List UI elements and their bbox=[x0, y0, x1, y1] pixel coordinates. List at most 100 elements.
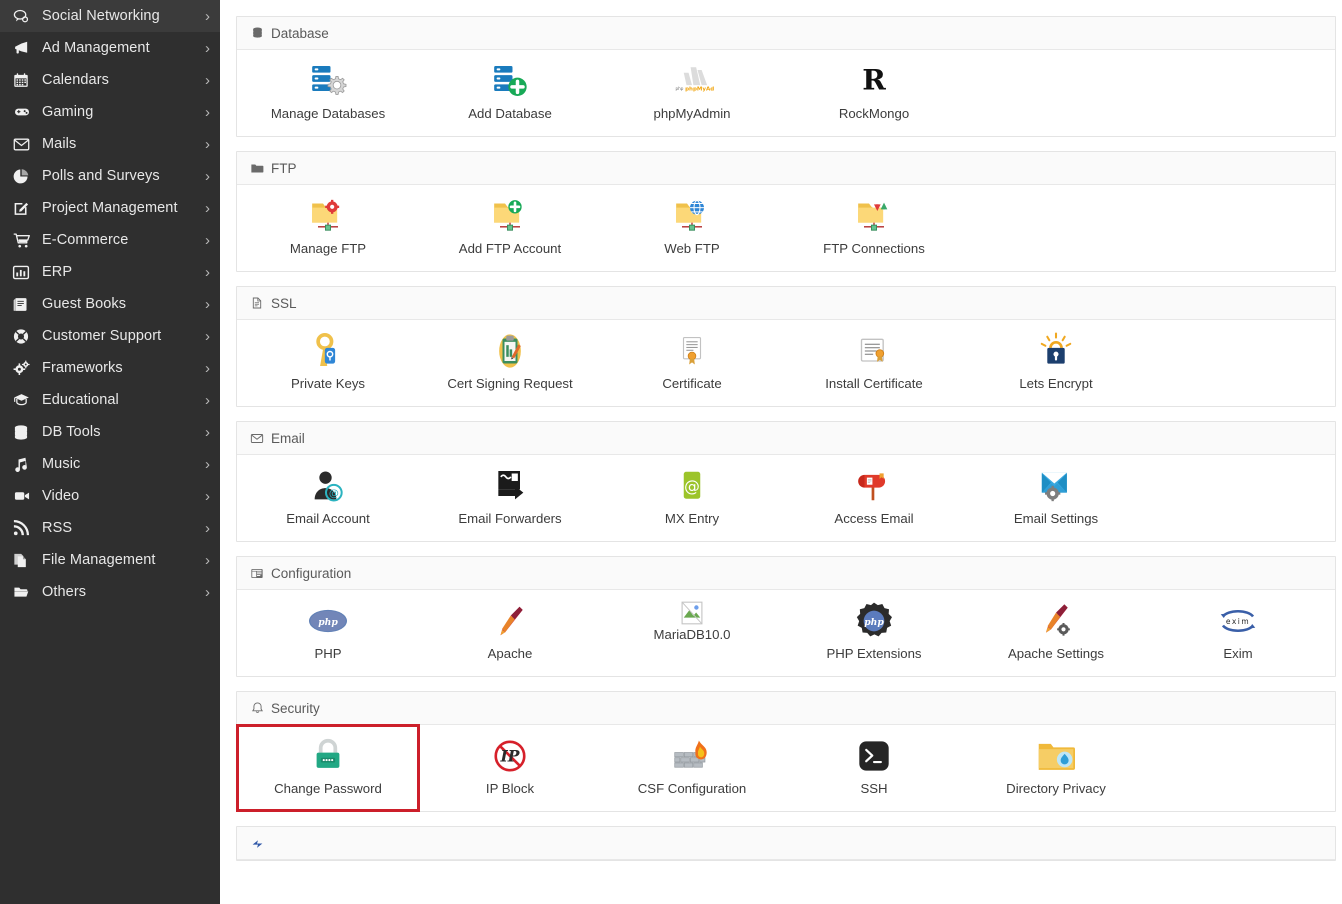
sidebar-item-frameworks[interactable]: Frameworks› bbox=[0, 352, 220, 384]
gears-icon bbox=[12, 359, 34, 377]
sidebar-item-label: Music bbox=[42, 456, 205, 472]
sidebar-item-social-networking[interactable]: Social Networking› bbox=[0, 0, 220, 32]
svg-text:IP: IP bbox=[500, 747, 521, 766]
tile-mariadb10-0[interactable]: MariaDB10.0 bbox=[601, 590, 783, 676]
tile-directory-privacy[interactable]: Directory Privacy bbox=[965, 725, 1147, 811]
tile-label: Access Email bbox=[834, 512, 913, 527]
tile-rockmongo[interactable]: RRockMongo bbox=[783, 50, 965, 136]
tile-certificate[interactable]: Certificate bbox=[601, 320, 783, 406]
tile-ftp-connections[interactable]: FTP Connections bbox=[783, 185, 965, 271]
sidebar-item-erp[interactable]: ERP› bbox=[0, 256, 220, 288]
sidebar-item-polls-and-surveys[interactable]: Polls and Surveys› bbox=[0, 160, 220, 192]
section-title: SSL bbox=[271, 296, 297, 311]
section-items: @Email AccountEmail Forwarders@MX Entry A… bbox=[237, 455, 1335, 541]
tile-email-forwarders[interactable]: Email Forwarders bbox=[419, 455, 601, 541]
section-header bbox=[237, 827, 1335, 860]
tile-phpmyadmin[interactable]: phpMyAdminphpphpMyAdmin bbox=[601, 50, 783, 136]
tile-label: phpMyAdmin bbox=[654, 107, 731, 122]
tile-lets-encrypt[interactable]: Lets Encrypt bbox=[965, 320, 1147, 406]
certificate-icon bbox=[669, 330, 715, 372]
tile-install-certificate[interactable]: Install Certificate bbox=[783, 320, 965, 406]
sidebar-item-e-commerce[interactable]: E-Commerce› bbox=[0, 224, 220, 256]
tile-php[interactable]: phpPHP bbox=[237, 590, 419, 676]
section-title: FTP bbox=[271, 161, 297, 176]
sidebar-item-music[interactable]: Music› bbox=[0, 448, 220, 480]
private-keys-icon bbox=[305, 330, 351, 372]
tile-add-ftp-account[interactable]: Add FTP Account bbox=[419, 185, 601, 271]
tile-ip-block[interactable]: IPIP Block bbox=[419, 725, 601, 811]
sidebar-item-ad-management[interactable]: Ad Management› bbox=[0, 32, 220, 64]
tile-label: Cert Signing Request bbox=[447, 377, 572, 392]
install-certificate-icon bbox=[851, 330, 897, 372]
bell-icon bbox=[249, 700, 265, 716]
apache-icon bbox=[487, 600, 533, 642]
tile-exim[interactable]: eximExim bbox=[1147, 590, 1329, 676]
tile-web-ftp[interactable]: Web FTP bbox=[601, 185, 783, 271]
tile-mx-entry[interactable]: @MX Entry bbox=[601, 455, 783, 541]
email-forwarders-icon bbox=[487, 465, 533, 507]
section-title: Security bbox=[271, 701, 320, 716]
svg-text:php: php bbox=[676, 86, 684, 91]
tile-apache[interactable]: Apache bbox=[419, 590, 601, 676]
section-items: phpPHPApacheMariaDB10.0phpPHP Extensions… bbox=[237, 590, 1335, 676]
comments-icon bbox=[12, 7, 34, 25]
sidebar-item-label: Video bbox=[42, 488, 205, 504]
chevron-right-icon: › bbox=[205, 105, 210, 120]
tile-access-email[interactable]: Access Email bbox=[783, 455, 965, 541]
book-icon bbox=[12, 295, 34, 313]
tile-email-settings[interactable]: Email Settings bbox=[965, 455, 1147, 541]
section-title: Database bbox=[271, 26, 329, 41]
sidebar: Social Networking›Ad Management›Calendar… bbox=[0, 0, 220, 904]
sidebar-item-project-management[interactable]: Project Management› bbox=[0, 192, 220, 224]
tile-manage-databases[interactable]: Manage Databases bbox=[237, 50, 419, 136]
sidebar-item-guest-books[interactable]: Guest Books› bbox=[0, 288, 220, 320]
cert-signing-request-icon bbox=[487, 330, 533, 372]
tile-manage-ftp[interactable]: Manage FTP bbox=[237, 185, 419, 271]
tile-private-keys[interactable]: Private Keys bbox=[237, 320, 419, 406]
chevron-right-icon: › bbox=[205, 553, 210, 568]
section-email: Email@Email AccountEmail Forwarders@MX E… bbox=[236, 421, 1336, 542]
section-header: Email bbox=[237, 422, 1335, 455]
tile-apache-settings[interactable]: Apache Settings bbox=[965, 590, 1147, 676]
sidebar-item-label: Guest Books bbox=[42, 296, 205, 312]
tile-email-account[interactable]: @Email Account bbox=[237, 455, 419, 541]
tile-label: Manage FTP bbox=[290, 242, 366, 257]
sidebar-item-file-management[interactable]: File Management› bbox=[0, 544, 220, 576]
tile-add-database[interactable]: Add Database bbox=[419, 50, 601, 136]
chevron-right-icon: › bbox=[205, 425, 210, 440]
sidebar-item-mails[interactable]: Mails› bbox=[0, 128, 220, 160]
sidebar-item-gaming[interactable]: Gaming› bbox=[0, 96, 220, 128]
tile-change-password[interactable]: Change Password bbox=[237, 725, 419, 811]
tile-ssh[interactable]: SSH bbox=[783, 725, 965, 811]
rockmongo-icon: R bbox=[851, 60, 897, 102]
sidebar-item-label: Customer Support bbox=[42, 328, 205, 344]
sidebar-item-others[interactable]: Others› bbox=[0, 576, 220, 608]
svg-text:php: php bbox=[864, 617, 884, 628]
sidebar-item-db-tools[interactable]: DB Tools› bbox=[0, 416, 220, 448]
tile-cert-signing-request[interactable]: Cert Signing Request bbox=[419, 320, 601, 406]
tile-label: Apache Settings bbox=[1008, 647, 1104, 662]
sidebar-item-label: Mails bbox=[42, 136, 205, 152]
section-header: Configuration bbox=[237, 557, 1335, 590]
tile-label: Email Settings bbox=[1014, 512, 1098, 527]
sidebar-item-video[interactable]: Video› bbox=[0, 480, 220, 512]
tile-csf-configuration[interactable]: CSF Configuration bbox=[601, 725, 783, 811]
tile-label: Add FTP Account bbox=[459, 242, 561, 257]
tile-label: Exim bbox=[1223, 647, 1252, 662]
envelope-icon bbox=[12, 135, 34, 153]
chevron-right-icon: › bbox=[205, 457, 210, 472]
php-icon: php bbox=[305, 600, 351, 642]
sidebar-item-calendars[interactable]: Calendars› bbox=[0, 64, 220, 96]
chevron-right-icon: › bbox=[205, 297, 210, 312]
sidebar-item-rss[interactable]: RSS› bbox=[0, 512, 220, 544]
section-ssl: SSL Private Keys Cert Signing Request Certi… bbox=[236, 286, 1336, 407]
tile-php-extensions[interactable]: phpPHP Extensions bbox=[783, 590, 965, 676]
sidebar-item-educational[interactable]: Educational› bbox=[0, 384, 220, 416]
sidebar-item-label: ERP bbox=[42, 264, 205, 280]
rss-icon bbox=[12, 519, 34, 537]
sidebar-item-label: E-Commerce bbox=[42, 232, 205, 248]
sidebar-item-customer-support[interactable]: Customer Support› bbox=[0, 320, 220, 352]
tile-label: Manage Databases bbox=[271, 107, 385, 122]
chevron-right-icon: › bbox=[205, 329, 210, 344]
chevron-right-icon: › bbox=[205, 41, 210, 56]
